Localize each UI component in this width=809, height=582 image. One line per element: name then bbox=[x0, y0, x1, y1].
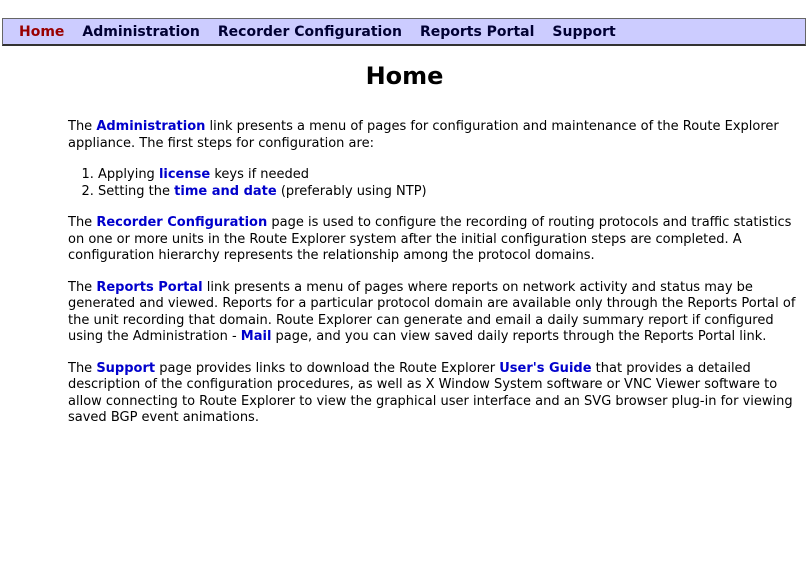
main-content: The Administration link presents a menu … bbox=[68, 119, 798, 442]
nav-recorder-configuration[interactable]: Recorder Configuration bbox=[218, 24, 402, 40]
nav-administration[interactable]: Administration bbox=[82, 24, 199, 40]
administration-link[interactable]: Administration bbox=[96, 119, 205, 134]
text: Applying bbox=[98, 167, 159, 182]
reports-portal-paragraph: The Reports Portal link presents a menu … bbox=[68, 280, 798, 346]
text: The bbox=[68, 215, 97, 230]
recorder-configuration-paragraph: The Recorder Configuration page is used … bbox=[68, 215, 798, 265]
text: (preferably using NTP) bbox=[276, 183, 427, 199]
text: page, and you can view saved daily repor… bbox=[271, 329, 767, 344]
license-link[interactable]: license bbox=[159, 167, 210, 182]
users-guide-link[interactable]: User's Guide bbox=[499, 361, 591, 376]
text: keys if needed bbox=[210, 167, 310, 182]
list-item: Applying license keys if needed bbox=[98, 167, 798, 184]
nav-reports-portal[interactable]: Reports Portal bbox=[420, 24, 534, 40]
time-and-date-link[interactable]: time and date bbox=[174, 184, 277, 199]
support-paragraph: The Support page provides links to downl… bbox=[68, 361, 798, 427]
nav-support[interactable]: Support bbox=[552, 24, 615, 40]
page-title: Home bbox=[365, 62, 444, 90]
text: The bbox=[68, 279, 97, 295]
nav-home[interactable]: Home bbox=[19, 24, 64, 40]
support-link[interactable]: Support bbox=[96, 361, 155, 376]
text: Setting the bbox=[98, 183, 175, 199]
top-nav-bar: Home Administration Recorder Configurati… bbox=[2, 18, 806, 46]
list-item: Setting the time and date (preferably us… bbox=[98, 184, 798, 201]
first-steps-list: Applying license keys if needed Setting … bbox=[68, 167, 798, 200]
mail-link[interactable]: Mail bbox=[241, 329, 272, 344]
text: The bbox=[68, 360, 97, 376]
recorder-configuration-link[interactable]: Recorder Configuration bbox=[96, 215, 267, 230]
reports-portal-link[interactable]: Reports Portal bbox=[96, 280, 202, 295]
administration-paragraph: The Administration link presents a menu … bbox=[68, 119, 798, 152]
text: page provides links to download the Rout… bbox=[155, 360, 500, 376]
text: The bbox=[68, 119, 97, 134]
